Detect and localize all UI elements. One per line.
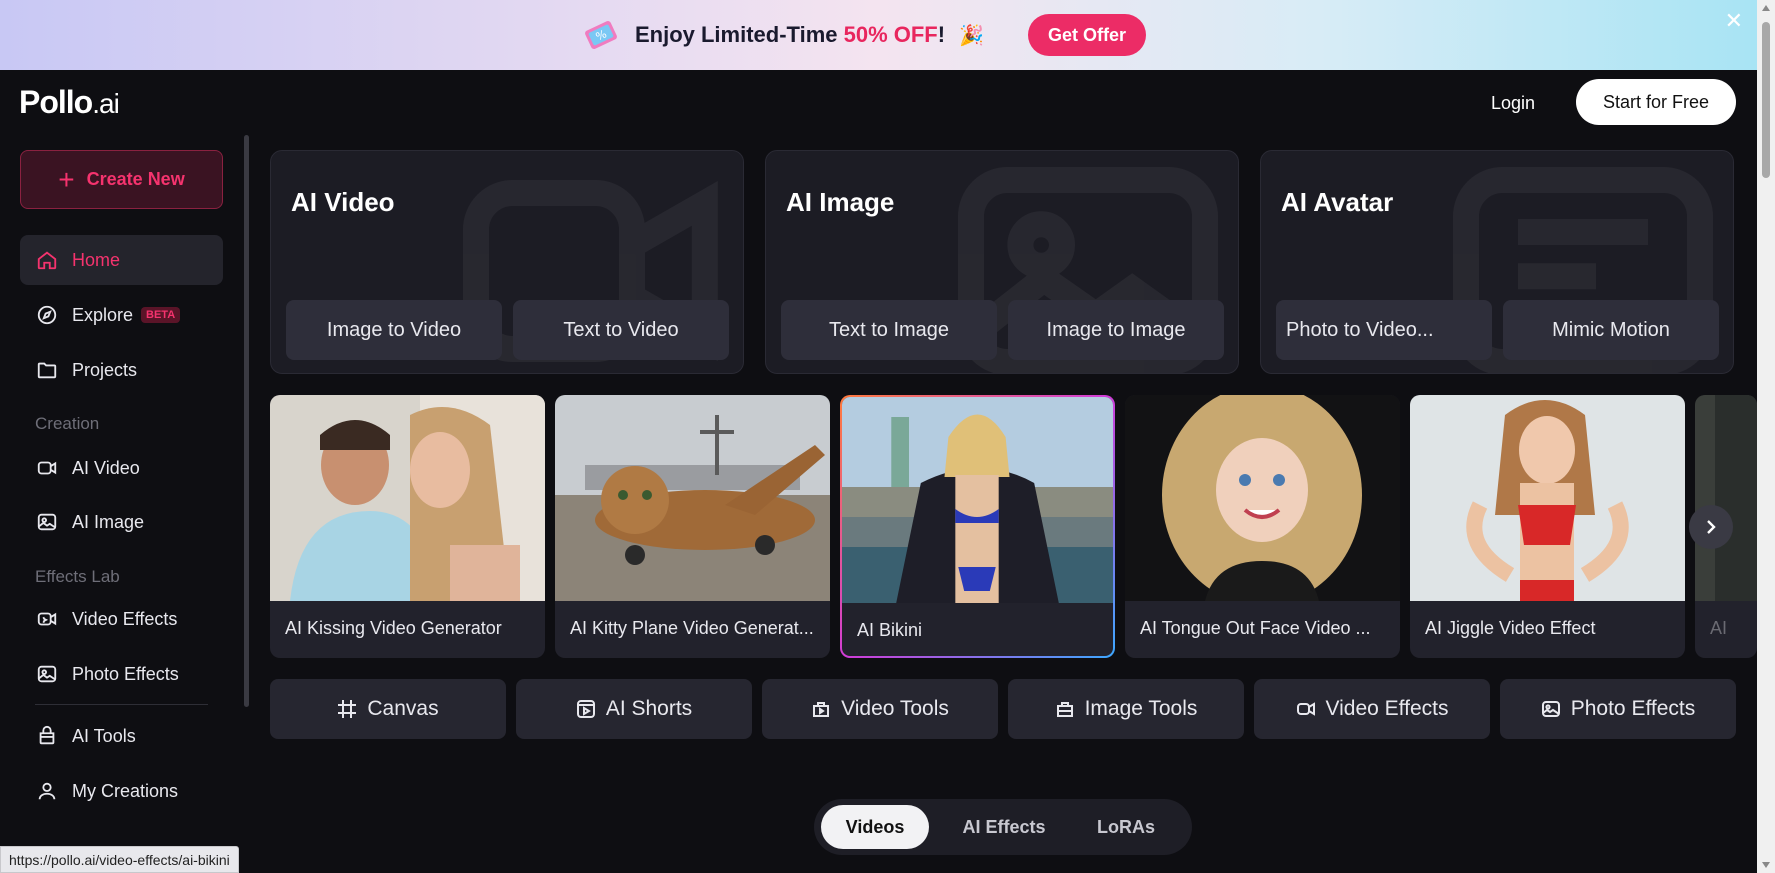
tab-videos[interactable]: Videos	[821, 805, 929, 849]
login-link[interactable]: Login	[1491, 93, 1535, 114]
toolbox-icon	[39, 725, 55, 745]
sidebar-item-ai-video[interactable]: AI Video	[20, 443, 223, 493]
scroll-up-arrow[interactable]	[1762, 5, 1770, 11]
logo[interactable]: Pollo.ai	[19, 84, 120, 121]
text-to-video-button[interactable]: Text to Video	[513, 300, 729, 360]
status-url-bar: https://pollo.ai/video-effects/ai-bikini	[0, 846, 239, 873]
plus-icon: +	[58, 163, 75, 195]
sidebar-item-projects[interactable]: Projects	[20, 345, 223, 395]
crop-icon	[338, 700, 357, 718]
page-scrollbar[interactable]	[1757, 0, 1775, 873]
photo-effects-button[interactable]: Photo Effects	[1500, 679, 1736, 739]
sidebar-item-my-creations[interactable]: My Creations	[20, 766, 223, 816]
tab-ai-effects[interactable]: AI Effects	[939, 805, 1069, 849]
sidebar-item-ai-tools[interactable]: AI Tools	[20, 711, 223, 761]
chevron-right-icon	[1707, 520, 1716, 534]
image-to-video-button[interactable]: Image to Video	[286, 300, 502, 360]
content-tabs: Videos AI Effects LoRAs	[814, 799, 1192, 855]
photo-effects-icon	[37, 665, 57, 683]
effect-thumbnail	[1410, 395, 1685, 601]
image-icon	[37, 513, 57, 531]
photo-to-video-button[interactable]: Photo to Video...	[1276, 300, 1492, 360]
image-tools-button[interactable]: Image Tools	[1008, 679, 1244, 739]
banner-text: Enjoy Limited-Time 50% OFF!	[634, 22, 946, 47]
start-for-free-button[interactable]: Start for Free	[1576, 79, 1736, 125]
category-title: AI Avatar	[1281, 187, 1394, 217]
banner-discount: 50% OFF	[843, 22, 938, 47]
effect-tile[interactable]: AI Tongue Out Face Video ...	[1125, 395, 1400, 658]
sidebar-item-video-effects[interactable]: Video Effects	[20, 594, 223, 644]
scroll-down-arrow[interactable]	[1762, 862, 1770, 868]
folder-icon	[37, 362, 57, 379]
effect-tile-selected[interactable]: AI Bikini	[840, 395, 1115, 658]
promo-banner: % Enjoy Limited-Time 50% OFF! 🎉 Get Offe…	[0, 0, 1757, 70]
text-to-image-button[interactable]: Text to Image	[781, 300, 997, 360]
user-icon	[38, 782, 56, 800]
home-icon	[37, 251, 57, 270]
section-label-creation: Creation	[35, 414, 100, 433]
category-card-ai-image: AI Image Text to Image Image to Image	[765, 150, 1239, 374]
effect-caption: AI Kitty Plane Video Generat...	[570, 618, 814, 638]
video-effects-icon	[1296, 702, 1315, 716]
image-to-image-button[interactable]: Image to Image	[1008, 300, 1224, 360]
toolbox-icon	[1056, 702, 1073, 717]
scrollbar-thumb[interactable]	[1762, 22, 1770, 178]
effect-tile[interactable]: AI Kissing Video Generator	[270, 395, 545, 658]
video-effects-button[interactable]: Video Effects	[1254, 679, 1490, 739]
sidebar-item-explore[interactable]: Explore BETA	[20, 290, 223, 340]
sidebar-item-ai-image[interactable]: AI Image	[20, 497, 223, 547]
video-effects-icon	[37, 612, 57, 626]
effect-caption: AI Jiggle Video Effect	[1425, 618, 1596, 638]
create-new-button[interactable]: + Create New	[20, 150, 223, 209]
mimic-motion-button[interactable]: Mimic Motion	[1503, 300, 1719, 360]
ai-shorts-button[interactable]: AI Shorts	[516, 679, 752, 739]
category-title: AI Image	[786, 187, 895, 217]
carousel-next-button[interactable]	[1689, 505, 1733, 549]
effect-caption: AI Kissing Video Generator	[285, 618, 502, 638]
compass-icon	[37, 305, 57, 325]
effect-thumbnail	[270, 395, 545, 601]
party-icon: 🎉	[959, 24, 984, 47]
sidebar-item-home[interactable]: Home	[20, 235, 223, 285]
effect-tile[interactable]: AI Jiggle Video Effect	[1410, 395, 1685, 658]
category-card-ai-avatar: AI Avatar Photo to Video... Mimic Motion	[1260, 150, 1734, 374]
effect-thumbnail	[555, 395, 830, 601]
shorts-icon	[576, 700, 595, 718]
category-card-ai-video: AI Video Image to Video Text to Video	[270, 150, 744, 374]
tab-loras[interactable]: LoRAs	[1076, 805, 1176, 849]
photo-effects-icon	[1541, 701, 1560, 717]
effect-tile[interactable]: AI Kitty Plane Video Generat...	[555, 395, 830, 658]
sidebar-item-photo-effects[interactable]: Photo Effects	[20, 649, 223, 699]
effect-thumbnail	[842, 397, 1113, 603]
video-tools-button[interactable]: Video Tools	[762, 679, 998, 739]
effect-thumbnail	[1125, 395, 1400, 601]
sidebar-divider	[35, 704, 208, 705]
effect-caption: AI Tongue Out Face Video ...	[1140, 618, 1371, 638]
beta-badge: BETA	[141, 307, 181, 323]
effect-caption: AI	[1710, 618, 1728, 638]
category-title: AI Video	[291, 187, 395, 217]
video-icon	[37, 461, 57, 475]
sidebar-scrollbar[interactable]	[244, 135, 249, 707]
get-offer-button[interactable]: Get Offer	[1027, 14, 1146, 56]
effect-thumbnail	[1695, 395, 1757, 601]
effect-caption: AI Bikini	[857, 620, 923, 640]
toolbox-icon	[813, 702, 830, 717]
canvas-button[interactable]: Canvas	[270, 679, 506, 739]
close-icon[interactable]: ✕	[1725, 8, 1743, 34]
discount-ticket-icon: %	[585, 21, 617, 49]
section-label-effects-lab: Effects Lab	[35, 567, 120, 586]
